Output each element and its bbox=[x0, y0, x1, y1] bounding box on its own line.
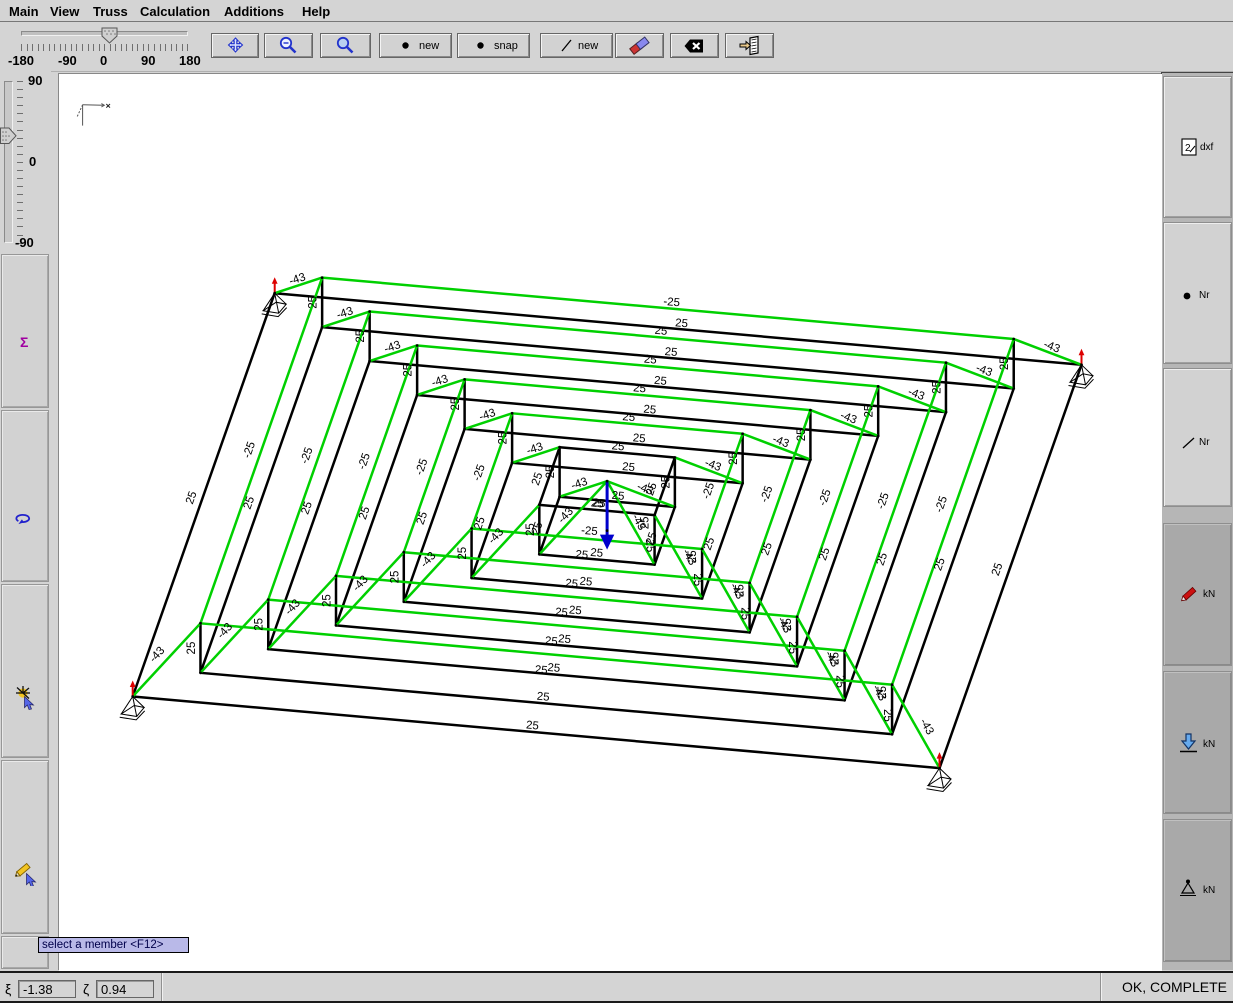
svg-text:25: 25 bbox=[881, 709, 893, 722]
svg-text:25: 25 bbox=[568, 604, 582, 617]
svg-text:25: 25 bbox=[536, 691, 550, 704]
svg-text:25: 25 bbox=[450, 398, 462, 411]
svg-text:25: 25 bbox=[186, 642, 198, 655]
svg-text:25: 25 bbox=[643, 404, 657, 417]
svg-text:25: 25 bbox=[622, 461, 636, 474]
svg-text:25: 25 bbox=[611, 490, 625, 503]
svg-text:25: 25 bbox=[565, 578, 579, 591]
svg-text:25: 25 bbox=[611, 440, 625, 453]
svg-text:25: 25 bbox=[525, 719, 539, 732]
svg-text:25: 25 bbox=[590, 497, 604, 510]
svg-text:25: 25 bbox=[664, 346, 678, 359]
svg-text:25: 25 bbox=[403, 364, 415, 377]
svg-text:25: 25 bbox=[545, 466, 557, 479]
svg-text:25: 25 bbox=[498, 432, 510, 445]
svg-text:25: 25 bbox=[786, 641, 798, 654]
svg-text:25: 25 bbox=[632, 432, 646, 445]
svg-text:25: 25 bbox=[308, 296, 320, 309]
svg-text:25: 25 bbox=[575, 549, 589, 562]
svg-text:25: 25 bbox=[864, 405, 876, 418]
svg-text:25: 25 bbox=[691, 573, 703, 586]
svg-text:25: 25 bbox=[654, 325, 668, 338]
svg-text:25: 25 bbox=[547, 662, 561, 675]
svg-text:25: 25 bbox=[931, 381, 943, 394]
svg-text:25: 25 bbox=[525, 523, 537, 536]
svg-text:25: 25 bbox=[322, 594, 334, 607]
svg-text:25: 25 bbox=[633, 382, 647, 395]
svg-text:25: 25 bbox=[254, 618, 266, 631]
svg-text:25: 25 bbox=[534, 664, 548, 677]
svg-text:25: 25 bbox=[675, 317, 689, 330]
svg-text:25: 25 bbox=[558, 633, 572, 646]
svg-text:25: 25 bbox=[796, 428, 808, 441]
svg-text:-25: -25 bbox=[663, 296, 681, 309]
svg-text:25: 25 bbox=[834, 675, 846, 688]
svg-text:25: 25 bbox=[653, 375, 667, 388]
svg-text:25: 25 bbox=[660, 476, 672, 489]
svg-text:25: 25 bbox=[622, 411, 636, 424]
svg-text:25: 25 bbox=[739, 607, 751, 620]
svg-text:25: 25 bbox=[643, 354, 657, 367]
svg-text:-25: -25 bbox=[581, 525, 599, 538]
svg-text:25: 25 bbox=[555, 606, 569, 619]
svg-text:25: 25 bbox=[644, 539, 656, 552]
svg-text:25: 25 bbox=[728, 452, 740, 465]
svg-text:25: 25 bbox=[999, 357, 1011, 370]
svg-text:25: 25 bbox=[544, 635, 558, 648]
svg-text:2: 2 bbox=[1185, 143, 1191, 154]
svg-text:25: 25 bbox=[457, 547, 469, 560]
svg-text:25: 25 bbox=[389, 571, 401, 584]
svg-text:25: 25 bbox=[590, 547, 604, 560]
svg-text:25: 25 bbox=[579, 576, 593, 589]
svg-text:25: 25 bbox=[355, 330, 367, 343]
